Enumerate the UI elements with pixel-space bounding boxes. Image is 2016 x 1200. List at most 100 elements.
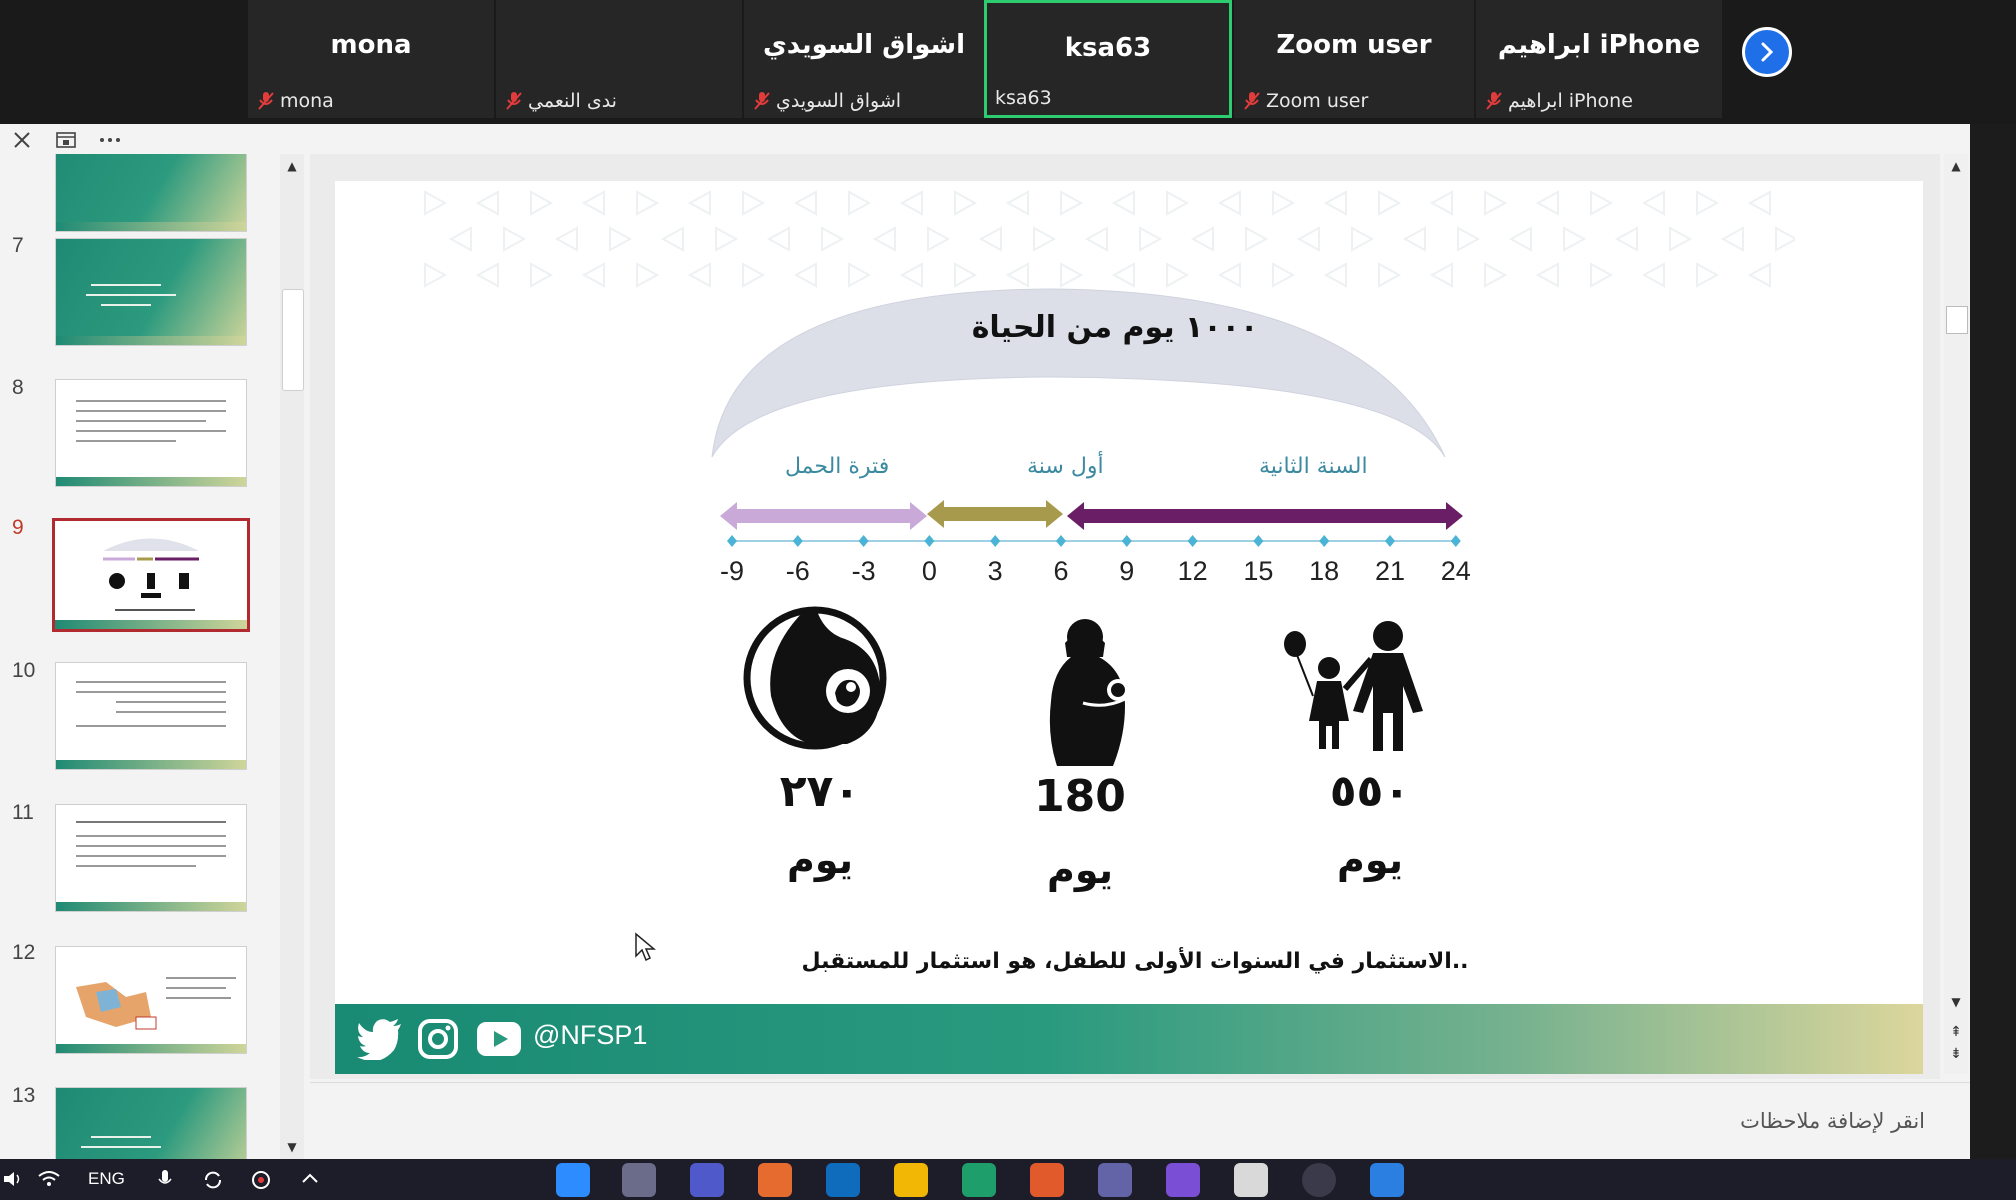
segment-arrow-second-year (1067, 502, 1463, 530)
slide-thumbnail[interactable] (55, 238, 247, 346)
copilot-app-icon[interactable] (1166, 1163, 1200, 1197)
thumbnail-toolbar (0, 124, 300, 154)
participant-tile-ksa63[interactable]: ksa63 ksa63 (984, 0, 1232, 118)
notes-app-icon[interactable] (1234, 1163, 1268, 1197)
more-options-icon[interactable] (98, 128, 122, 152)
count-first-year: 180 (1034, 771, 1126, 822)
microphone-icon[interactable] (158, 1169, 172, 1191)
instagram-icon (418, 1019, 458, 1059)
slide-number: 11 (12, 801, 34, 824)
segment-label-pregnancy: فترة الحمل (785, 454, 890, 479)
muted-mic-icon (754, 92, 770, 110)
previous-slide-icon[interactable]: ⇞ (1945, 1022, 1967, 1042)
segment-arrow-first-year (927, 500, 1063, 528)
language-indicator[interactable]: ENG (88, 1169, 125, 1189)
presentation-window: 7 8 9 10 11 12 13 ▲ ▼ ١٠٠٠ يوم من الحياة… (0, 124, 1970, 1160)
unit-pregnancy: يوم (787, 838, 853, 882)
app-icon-people[interactable] (622, 1163, 656, 1197)
timeline-tick (727, 535, 737, 547)
timeline-tick (1056, 535, 1066, 547)
firefox-app-icon[interactable] (758, 1163, 792, 1197)
scroll-down-icon[interactable]: ▼ (1945, 992, 1967, 1012)
teams-work-app-icon[interactable] (1098, 1163, 1132, 1197)
timeline-tick (1450, 535, 1461, 547)
slide-footer: @NFSP1 (335, 1004, 1923, 1074)
timeline-tick (990, 535, 1001, 547)
youtube-icon (477, 1022, 521, 1056)
slide-number: 13 (12, 1084, 36, 1107)
timeline-tick (1385, 535, 1395, 547)
participant-tile-zoom-user[interactable]: Zoom user Zoom user (1234, 0, 1474, 118)
twitter-icon (357, 1019, 401, 1060)
participant-label: Zoom user (1244, 90, 1368, 112)
participant-label: اشواق السويدي (754, 90, 901, 112)
scrollbar-thumb[interactable] (1946, 306, 1968, 334)
edge-app-icon[interactable] (962, 1163, 996, 1197)
slide-thumbnail[interactable] (55, 1087, 247, 1159)
current-slide: ١٠٠٠ يوم من الحياة فترة الحمل أول سنة ال… (335, 181, 1923, 1074)
participant-tile-ibrahim[interactable]: ابراهيم iPhone ابراهيم iPhone (1476, 0, 1722, 118)
slide-thumbnail[interactable] (55, 946, 247, 1054)
file-explorer-icon[interactable] (894, 1163, 928, 1197)
timeline-tick-label: -6 (785, 556, 810, 586)
next-slide-icon[interactable]: ⇟ (1945, 1044, 1967, 1064)
timeline-tick (1253, 535, 1264, 547)
slide-thumbnail[interactable] (55, 662, 247, 770)
timeline-tick-label: 21 (1374, 556, 1406, 586)
participant-name: Zoom user (1276, 30, 1432, 60)
slide-thumbnail[interactable] (55, 154, 247, 232)
timeline-tick-label: 9 (1119, 556, 1135, 586)
scroll-down-icon[interactable]: ▼ (281, 1137, 303, 1157)
slide-thumbnail[interactable] (55, 379, 247, 487)
windows-start-icon[interactable] (1370, 1163, 1404, 1197)
participant-tile-mona[interactable]: mona mona (248, 0, 494, 118)
scroll-up-icon[interactable]: ▲ (1945, 156, 1967, 176)
participant-tile-nada[interactable]: ندى النعمي (496, 0, 1169, 118)
segment-label-second-year: السنة الثانية (1259, 454, 1368, 479)
close-icon[interactable] (10, 128, 34, 152)
participant-name: ksa63 (1064, 33, 1152, 63)
network-icon[interactable] (250, 1169, 272, 1191)
participant-tile-ashwaq[interactable]: اشواق السويدي اشواق السويدي (744, 0, 984, 118)
slide-scrollbar[interactable]: ▲ ▼ ⇞ ⇟ (1944, 154, 1968, 1074)
volume-icon[interactable] (4, 1171, 22, 1187)
thumbnail-scrollbar[interactable]: ▲ ▼ (280, 154, 304, 1159)
participant-label: mona (258, 90, 334, 112)
segment-arrow-pregnancy (720, 502, 927, 530)
segment-label-first-year: أول سنة (1027, 454, 1104, 479)
chevron-right-icon (1761, 42, 1774, 62)
slide-number: 10 (12, 659, 36, 682)
chevron-up-icon[interactable] (300, 1171, 320, 1185)
store-app-icon[interactable] (1030, 1163, 1064, 1197)
scroll-up-icon[interactable]: ▲ (281, 156, 303, 176)
participant-name: mona (330, 30, 412, 60)
timeline-tick-label: 0 (921, 556, 937, 586)
mail-app-icon[interactable] (826, 1163, 860, 1197)
windows-taskbar: ENG (0, 1159, 2016, 1200)
participant-label: ksa63 (995, 87, 1052, 109)
wifi-icon[interactable] (38, 1171, 60, 1187)
slide-number: 7 (12, 234, 24, 257)
mouse-cursor-icon (635, 932, 656, 962)
count-pregnancy: ٢٧٠ (779, 766, 861, 817)
teams-app-icon[interactable] (690, 1163, 724, 1197)
slide-number: 9 (12, 516, 24, 539)
slide-thumbnail-selected[interactable] (52, 518, 250, 632)
zoom-app-icon[interactable] (556, 1163, 590, 1197)
slide-tagline: الاستثمار في السنوات الأولى للطفل، هو اس… (801, 949, 1469, 974)
sync-icon[interactable] (202, 1169, 224, 1191)
participant-label: ابراهيم iPhone (1486, 90, 1633, 112)
notes-placeholder[interactable]: انقر لإضافة ملاحظات (1740, 1109, 1925, 1133)
notes-pane[interactable]: انقر لإضافة ملاحظات (310, 1082, 1970, 1160)
scrollbar-thumb[interactable] (282, 289, 304, 391)
timeline-tick-label: 12 (1177, 556, 1208, 586)
slide-thumbnail[interactable] (55, 804, 247, 912)
timeline-tick-label: -3 (851, 556, 876, 586)
panel-layout-icon[interactable] (54, 128, 78, 152)
search-icon[interactable] (1302, 1163, 1336, 1197)
muted-mic-icon (1486, 92, 1502, 110)
timeline-tick (1187, 535, 1198, 547)
muted-mic-icon (258, 92, 274, 110)
parent-child-icon (1284, 621, 1423, 751)
next-page-button[interactable] (1742, 27, 1792, 77)
